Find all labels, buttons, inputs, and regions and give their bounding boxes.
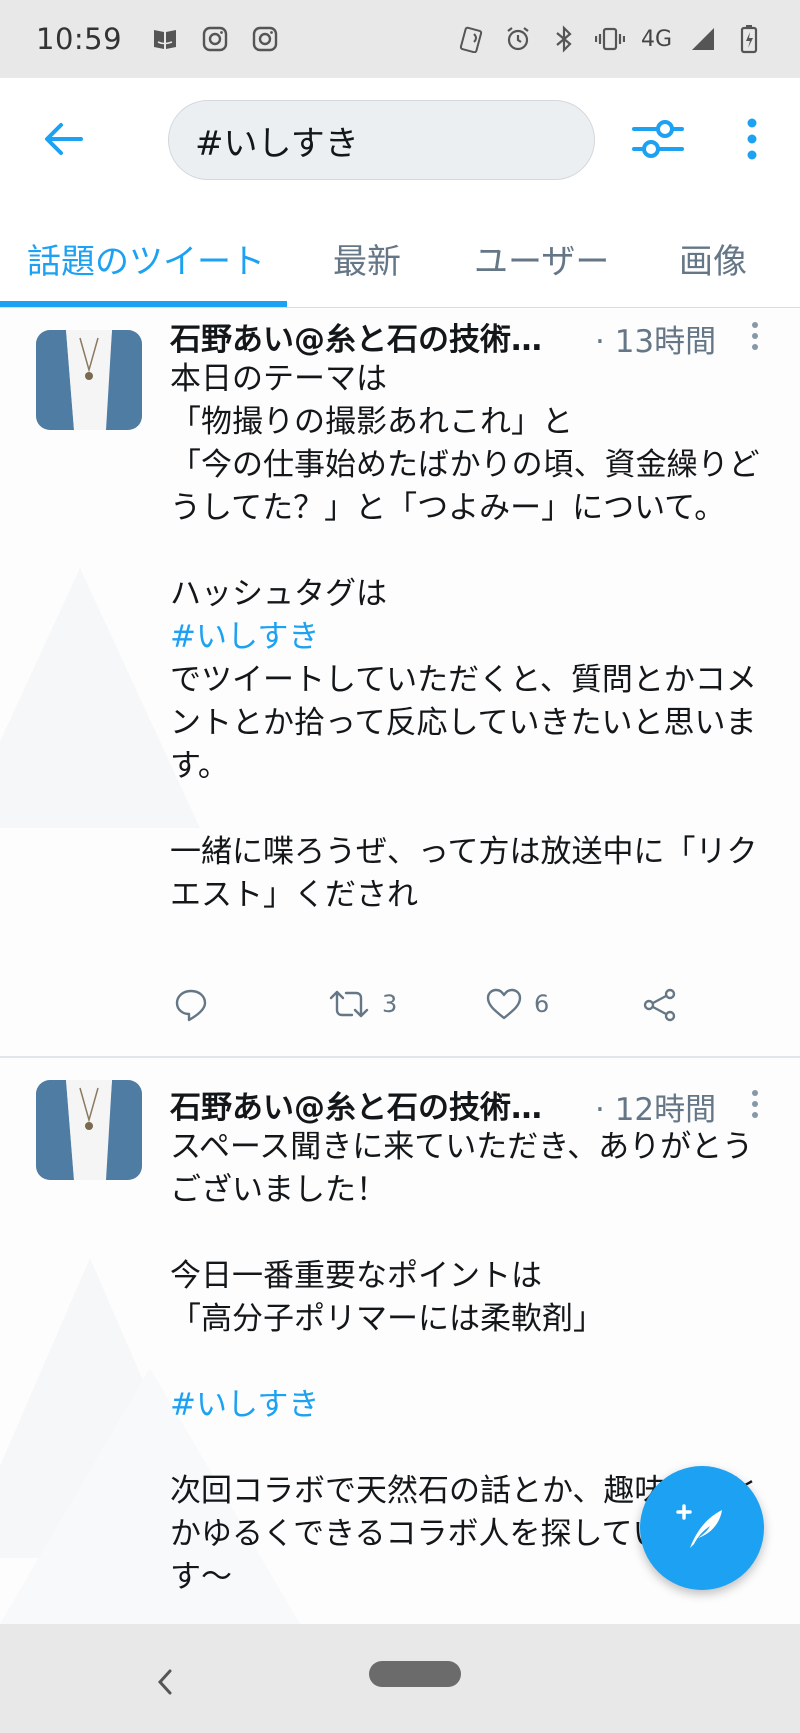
search-input[interactable]: #いしすき bbox=[168, 100, 595, 180]
filter-sliders-icon bbox=[632, 120, 684, 158]
heart-icon bbox=[486, 988, 522, 1020]
avatar[interactable] bbox=[36, 330, 142, 430]
hashtag-link[interactable]: #いしすき bbox=[170, 1384, 780, 1427]
back-arrow-icon bbox=[45, 123, 83, 155]
tweet-text-part: スペース聞きに来ていただき、ありがとうございました！ 今日一番重要なポイントは … bbox=[170, 1129, 754, 1337]
share-icon bbox=[643, 988, 676, 1022]
more-options-button[interactable] bbox=[732, 114, 772, 164]
signal-icon bbox=[688, 24, 718, 54]
search-filter-button[interactable] bbox=[630, 114, 686, 164]
bluetooth-icon bbox=[549, 24, 579, 54]
hashtag-link[interactable]: #いしすき bbox=[170, 616, 780, 659]
compose-tweet-button[interactable] bbox=[640, 1466, 764, 1590]
retweet-count: 3 bbox=[382, 990, 398, 1018]
more-vertical-icon bbox=[747, 118, 757, 160]
reply-button[interactable] bbox=[174, 988, 208, 1022]
compose-feather-icon bbox=[676, 1504, 722, 1548]
alarm-icon bbox=[503, 24, 533, 54]
system-back-button[interactable] bbox=[150, 1662, 180, 1702]
status-bar: 10:59 4G bbox=[0, 0, 800, 78]
network-type: 4G bbox=[640, 26, 672, 52]
reply-icon bbox=[175, 989, 207, 1022]
system-navigation-bar bbox=[0, 1624, 800, 1733]
tweet-text-part: でツイートしていただくと、質問とかコメントとか拾って反応していきたいと思います。… bbox=[170, 662, 758, 913]
tweet-author-name[interactable]: 石野あい@糸と石の技術… bbox=[170, 1082, 542, 1127]
chevron-left-icon bbox=[157, 1669, 172, 1695]
home-pill-button[interactable] bbox=[369, 1661, 461, 1687]
like-button[interactable]: 6 bbox=[486, 988, 549, 1020]
active-tab-indicator bbox=[0, 301, 287, 307]
avatar[interactable] bbox=[36, 1080, 142, 1180]
share-button[interactable] bbox=[642, 988, 678, 1022]
tweet-text: 本日のテーマは 「物撮りの撮影あれこれ」と 「今の仕事始めたばかりの頃、資金繰り… bbox=[170, 358, 780, 917]
vibrate-icon bbox=[594, 24, 625, 54]
back-button[interactable] bbox=[38, 114, 88, 164]
tab-people[interactable]: ユーザー bbox=[474, 234, 609, 283]
tab-latest[interactable]: 最新 bbox=[333, 234, 401, 283]
tweet-actions: 3 6 bbox=[170, 988, 690, 1038]
nfc-icon bbox=[457, 24, 487, 54]
amazon-icon bbox=[150, 24, 180, 54]
tweet-menu-button[interactable] bbox=[745, 318, 765, 354]
search-header: #いしすき bbox=[0, 78, 800, 200]
tab-photos[interactable]: 画像 bbox=[679, 234, 747, 283]
tweet-timestamp: · 13時間 bbox=[595, 324, 717, 360]
tab-top[interactable]: 話題のツイート bbox=[27, 234, 265, 283]
tweet-text-part: 本日のテーマは 「物撮りの撮影あれこれ」と 「今の仕事始めたばかりの頃、資金繰り… bbox=[170, 361, 760, 612]
battery-charging-icon bbox=[734, 24, 764, 54]
tweet-feed[interactable]: 石野あい@糸と石の技術… · 13時間 本日のテーマは 「物撮りの撮影あれこれ」… bbox=[0, 308, 800, 1624]
tweet-timestamp: · 12時間 bbox=[595, 1092, 717, 1128]
instagram-icon bbox=[250, 24, 280, 54]
retweet-icon bbox=[329, 990, 369, 1018]
tweet-author-name[interactable]: 石野あい@糸と石の技術… bbox=[170, 314, 542, 359]
tweet-menu-button[interactable] bbox=[745, 1086, 765, 1122]
status-time: 10:59 bbox=[36, 22, 123, 56]
instagram-icon bbox=[200, 24, 230, 54]
like-count: 6 bbox=[534, 990, 550, 1018]
retweet-button[interactable]: 3 bbox=[328, 988, 397, 1020]
tweet-card[interactable]: 石野あい@糸と石の技術… · 13時間 本日のテーマは 「物撮りの撮影あれこれ」… bbox=[0, 308, 800, 1056]
search-tabs: 話題のツイート 最新 ユーザー 画像 bbox=[0, 200, 800, 308]
